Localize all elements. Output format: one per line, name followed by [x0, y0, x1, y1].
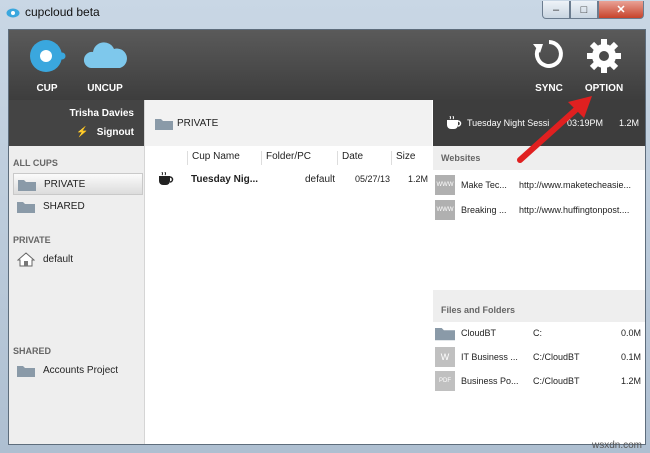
sync-icon [533, 40, 563, 68]
file-path: C: [533, 328, 542, 338]
word-doc-icon: W [435, 347, 455, 367]
private-heading: PRIVATE [13, 235, 51, 245]
sidebar-item-private[interactable]: PRIVATE [13, 173, 143, 195]
signout-label: Signout [96, 127, 134, 138]
sync-label: SYNC [535, 83, 563, 94]
folder-icon [17, 365, 35, 377]
all-cups-heading: ALL CUPS [13, 158, 58, 168]
file-item[interactable]: PDF Business Po... C:/CloudBT 1.2M [433, 370, 645, 392]
close-button[interactable]: ✕ [598, 1, 644, 19]
website-name: Make Tec... [461, 180, 507, 190]
sidebar-item-default[interactable]: default [13, 249, 141, 269]
file-item[interactable]: W IT Business ... C:/CloudBT 0.1M [433, 346, 645, 368]
uncup-cloud-icon [83, 42, 127, 68]
sync-button[interactable]: SYNC [531, 36, 567, 98]
minimize-button[interactable]: – [542, 1, 570, 19]
website-name: Breaking ... [461, 205, 507, 215]
cup-name: Tuesday Nig... [191, 174, 259, 185]
file-name: IT Business ... [461, 352, 518, 362]
user-panel: Trisha Davies ⚡ Signout [9, 100, 144, 146]
breadcrumb: PRIVATE [145, 100, 432, 146]
sidebar-item-shared[interactable]: SHARED [13, 196, 141, 216]
column-header-date[interactable]: Date [337, 151, 363, 165]
files-list: CloudBT C: 0.0M W IT Business ... C:/Clo… [433, 322, 645, 444]
sidebar-item-accounts-project[interactable]: Accounts Project [13, 360, 141, 380]
file-size: 1.2M [621, 376, 642, 386]
coffee-cup-icon [445, 115, 463, 132]
folder-icon [435, 328, 455, 341]
user-name: Trisha Davies [69, 108, 134, 119]
gear-icon [587, 39, 621, 73]
sidebar-item-label: SHARED [43, 200, 85, 212]
websites-list: WWW Make Tec... http://www.maketecheasie… [433, 170, 645, 290]
breadcrumb-label: PRIVATE [177, 117, 219, 129]
selected-cup-size: 1.2M [619, 118, 640, 128]
website-item[interactable]: WWW Breaking ... http://www.huffingtonpo… [433, 199, 645, 221]
uncup-label: UNCUP [87, 83, 123, 94]
sidebar-item-label: default [43, 253, 74, 265]
selected-cup-name: Tuesday Night Sessi [467, 118, 550, 128]
option-label: OPTION [584, 83, 624, 94]
sidebar-item-label: Accounts Project [43, 364, 119, 376]
watermark: wsxdn.com [591, 440, 642, 451]
cup-label: CUP [36, 83, 58, 94]
folder-icon [17, 201, 35, 213]
files-heading: Files and Folders [441, 305, 516, 315]
website-url: http://www.maketecheasie... [519, 180, 632, 190]
sidebar: Trisha Davies ⚡ Signout ALL CUPS PRIVATE … [9, 100, 145, 444]
www-icon: WWW [435, 200, 455, 220]
uncup-button[interactable]: UNCUP [83, 36, 127, 98]
selected-cup-bar: Tuesday Night Sessi 03:19PM 1.2M [433, 100, 645, 146]
cupcloud-logo-icon [6, 8, 20, 18]
column-header-cup-name[interactable]: Cup Name [187, 151, 240, 165]
home-icon [17, 251, 35, 266]
app-frame: CUP UNCUP SYNC OPTION Trisha Davies ⚡ Si… [8, 29, 646, 445]
website-url: http://www.huffingtonpost.... [519, 205, 630, 215]
folder-icon [155, 118, 173, 130]
file-path: C:/CloudBT [533, 352, 580, 362]
websites-heading: Websites [441, 153, 481, 163]
shared-heading: SHARED [13, 346, 52, 356]
cup-list-panel: PRIVATE Cup Name Folder/PC Date Size Tue… [145, 100, 432, 444]
cup-detail-panel: Tuesday Night Sessi 03:19PM 1.2M Website… [433, 100, 645, 444]
table-header: Cup Name Folder/PC Date Size [145, 150, 432, 166]
file-item[interactable]: CloudBT C: 0.0M [433, 322, 645, 344]
cup-button[interactable]: CUP [27, 36, 67, 98]
option-button[interactable]: OPTION [581, 36, 627, 98]
pdf-icon: PDF [435, 371, 455, 391]
cup-size: 1.2M [408, 174, 429, 184]
cup-cloud-icon [30, 40, 66, 72]
website-item[interactable]: WWW Make Tec... http://www.maketecheasie… [433, 174, 645, 196]
file-name: CloudBT [461, 328, 497, 338]
cup-folder: default [305, 174, 336, 185]
cup-date: 05/27/13 [355, 174, 391, 184]
coffee-cup-icon [157, 171, 175, 189]
window-title: cupcloud beta [25, 5, 100, 19]
file-path: C:/CloudBT [533, 376, 580, 386]
column-header-folder[interactable]: Folder/PC [261, 151, 311, 165]
folder-icon [18, 179, 36, 191]
file-size: 0.1M [621, 352, 642, 362]
maximize-button[interactable]: □ [570, 1, 598, 19]
signout-link[interactable]: ⚡ Signout [76, 127, 134, 138]
selected-cup-time: 03:19PM [567, 118, 604, 128]
column-header-size[interactable]: Size [391, 151, 415, 165]
title-bar[interactable]: cupcloud beta – □ ✕ [0, 0, 650, 24]
app-window: cupcloud beta – □ ✕ CUP UNCUP SYNC OPTIO… [0, 0, 650, 453]
www-icon: WWW [435, 175, 455, 195]
table-row[interactable]: Tuesday Nig... default 05/27/13 1.2M [145, 170, 432, 190]
bolt-icon: ⚡ [76, 127, 89, 138]
toolbar: CUP UNCUP SYNC OPTION [9, 30, 645, 100]
file-size: 0.0M [621, 328, 642, 338]
sidebar-item-label: PRIVATE [44, 178, 86, 190]
file-name: Business Po... [461, 376, 519, 386]
